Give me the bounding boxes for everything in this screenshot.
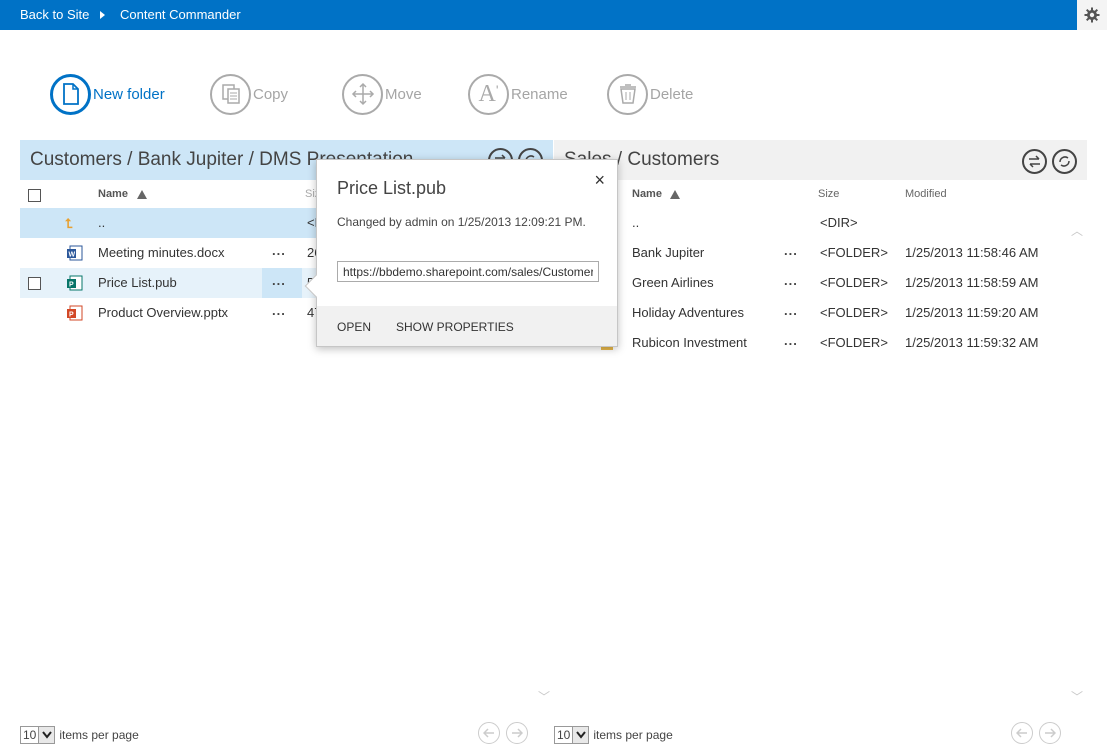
row-name: Bank Jupiter xyxy=(632,245,705,260)
new-folder-label: New folder xyxy=(93,85,165,103)
row-more-menu[interactable]: ... xyxy=(272,273,286,288)
table-row[interactable]: .. <DIR> xyxy=(554,208,1087,238)
callout-title: Price List.pub xyxy=(337,178,447,198)
new-folder-button[interactable]: New folder xyxy=(50,72,165,116)
row-modified: 1/25/2013 11:58:46 AM xyxy=(905,245,1039,260)
row-name: Product Overview.pptx xyxy=(98,305,229,320)
callout-actions: OPEN SHOW PROPERTIES xyxy=(317,306,617,346)
row-more-menu[interactable]: ... xyxy=(784,333,798,348)
right-prev-page-icon[interactable] xyxy=(1011,722,1033,744)
delete-label: Delete xyxy=(650,85,694,103)
right-next-page-icon[interactable] xyxy=(1039,722,1061,744)
left-select-all-checkbox[interactable] xyxy=(28,189,41,202)
table-row[interactable]: Rubicon Investment ... <FOLDER> 1/25/201… xyxy=(554,328,1087,358)
row-name: Price List.pub xyxy=(98,275,177,290)
row-name: Holiday Adventures xyxy=(632,305,745,320)
row-more-menu[interactable]: ... xyxy=(272,243,286,258)
table-row[interactable]: Holiday Adventures ... <FOLDER> 1/25/201… xyxy=(554,298,1087,328)
row-size: <FOLDER> xyxy=(820,335,888,350)
word-doc-icon: W xyxy=(67,245,83,264)
copy-icon xyxy=(210,73,251,115)
back-to-site-link[interactable]: Back to Site xyxy=(20,7,89,22)
settings-gear-icon[interactable] xyxy=(1077,0,1107,30)
row-modified: 1/25/2013 11:59:20 AM xyxy=(905,305,1039,320)
trash-icon xyxy=(607,73,648,115)
chevron-down-icon xyxy=(38,727,55,743)
chevron-down-icon xyxy=(572,727,589,743)
powerpoint-file-icon: P xyxy=(67,305,83,324)
table-row[interactable]: Green Airlines ... <FOLDER> 1/25/2013 11… xyxy=(554,268,1087,298)
copy-button[interactable]: Copy xyxy=(210,72,288,116)
row-modified: 1/25/2013 11:58:59 AM xyxy=(905,275,1039,290)
row-size: <FOLDER> xyxy=(820,305,888,320)
right-col-name[interactable]: Name xyxy=(632,188,662,200)
left-items-per-page-select[interactable]: 10 xyxy=(20,726,56,744)
right-items-per-page-select[interactable]: 10 xyxy=(554,726,590,744)
callout-meta: Changed by admin on 1/25/2013 12:09:21 P… xyxy=(337,215,586,229)
new-document-icon xyxy=(50,73,91,115)
right-scroll-up-icon[interactable]: ︿ xyxy=(1071,222,1083,239)
row-more-menu[interactable]: ... xyxy=(784,273,798,288)
rename-icon: A ' xyxy=(468,73,509,115)
row-size: <DIR> xyxy=(820,215,858,230)
move-label: Move xyxy=(385,85,422,103)
row-name: Rubicon Investment xyxy=(632,335,747,350)
right-swap-icon[interactable] xyxy=(1022,149,1047,174)
left-per-page-label: items per page xyxy=(59,728,139,742)
right-pager: 10 items per page xyxy=(554,726,673,744)
row-name: Green Airlines xyxy=(632,275,714,290)
row-name: Meeting minutes.docx xyxy=(98,245,225,260)
app-title: Content Commander xyxy=(120,7,241,22)
close-icon[interactable]: × xyxy=(594,170,605,191)
right-col-modified[interactable]: Modified xyxy=(905,188,947,200)
row-more-menu[interactable]: ... xyxy=(784,243,798,258)
right-refresh-icon[interactable] xyxy=(1052,149,1077,174)
rename-label: Rename xyxy=(511,85,568,103)
breadcrumb-separator-icon xyxy=(100,11,105,19)
row-modified: 1/25/2013 11:59:32 AM xyxy=(905,335,1039,350)
move-arrows-icon xyxy=(342,73,383,115)
left-scroll-down-icon[interactable]: ﹀ xyxy=(538,688,550,705)
right-per-page-value: 10 xyxy=(557,728,571,742)
left-pager: 10 items per page xyxy=(20,726,139,744)
callout-url-field[interactable] xyxy=(337,261,599,282)
left-next-page-icon[interactable] xyxy=(506,722,528,744)
right-path-header: Sales / Customers xyxy=(554,140,1087,180)
right-scroll-down-icon[interactable]: ﹀ xyxy=(1071,688,1083,705)
show-properties-link[interactable]: SHOW PROPERTIES xyxy=(396,320,514,334)
row-more-menu[interactable]: ... xyxy=(784,303,798,318)
delete-button[interactable]: Delete xyxy=(607,72,693,116)
sort-ascending-icon xyxy=(670,190,680,199)
rename-button[interactable]: A ' Rename xyxy=(468,72,568,116)
left-prev-page-icon[interactable] xyxy=(478,722,500,744)
move-button[interactable]: Move xyxy=(342,72,422,116)
row-size: <FOLDER> xyxy=(820,245,888,260)
table-row[interactable]: Bank Jupiter ... <FOLDER> 1/25/2013 11:5… xyxy=(554,238,1087,268)
file-callout: Price List.pub × Changed by admin on 1/2… xyxy=(304,159,618,347)
row-more-menu[interactable]: ... xyxy=(272,303,286,318)
row-checkbox[interactable] xyxy=(28,277,41,290)
right-per-page-label: items per page xyxy=(593,728,673,742)
svg-text:P: P xyxy=(69,312,74,319)
parent-folder-icon: ⮤ xyxy=(65,216,73,231)
top-bar: Back to Site Content Commander xyxy=(0,0,1107,30)
right-col-size[interactable]: Size xyxy=(818,188,839,200)
left-col-name[interactable]: Name xyxy=(98,188,128,200)
left-per-page-value: 10 xyxy=(23,728,37,742)
sort-ascending-icon xyxy=(137,190,147,199)
svg-text:P: P xyxy=(69,282,74,289)
row-name: .. xyxy=(98,215,106,230)
svg-text:W: W xyxy=(69,252,76,259)
row-name: .. xyxy=(632,215,640,230)
open-link[interactable]: OPEN xyxy=(337,320,371,334)
copy-label: Copy xyxy=(253,85,289,103)
publisher-file-icon: P xyxy=(67,275,83,294)
row-size: <FOLDER> xyxy=(820,275,888,290)
